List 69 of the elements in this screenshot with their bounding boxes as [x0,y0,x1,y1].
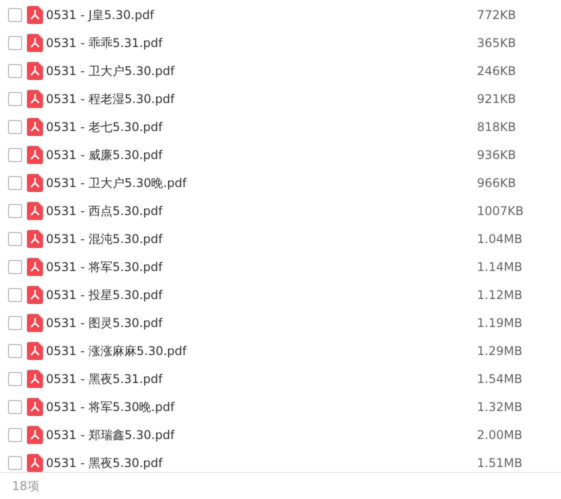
file-name[interactable]: 0531 - 投星5.30.pdf [46,286,477,304]
pdf-file-icon [27,258,43,276]
file-name[interactable]: 0531 - 混沌5.30.pdf [46,230,477,248]
file-size: 1.14MB [477,260,522,274]
pdf-file-icon [27,6,43,24]
item-count: 18项 [12,478,40,494]
file-name[interactable]: 0531 - 卫大户5.30.pdf [46,62,477,80]
pdf-file-icon [27,202,43,220]
pdf-file-icon [27,398,43,416]
file-size: 365KB [477,36,516,50]
checkbox[interactable] [8,36,22,50]
file-size: 1.19MB [477,316,522,330]
file-size: 1.51MB [477,456,522,470]
file-size: 936KB [477,148,516,162]
checkbox[interactable] [8,176,22,190]
pdf-file-icon [27,286,43,304]
pdf-file-icon [27,230,43,248]
file-size: 1007KB [477,204,524,218]
file-size: 1.29MB [477,344,522,358]
checkbox[interactable] [8,316,22,330]
checkbox[interactable] [8,344,22,358]
checkbox[interactable] [8,260,22,274]
file-size: 966KB [477,176,516,190]
checkbox[interactable] [8,64,22,78]
file-size: 818KB [477,120,516,134]
pdf-file-icon [27,174,43,192]
file-size: 1.04MB [477,232,522,246]
file-name[interactable]: 0531 - 黑夜5.30.pdf [46,454,477,472]
file-name[interactable]: 0531 - 将军5.30.pdf [46,258,477,276]
file-size: 246KB [477,64,516,78]
file-size: 921KB [477,92,516,106]
pdf-file-icon [27,34,43,52]
file-size: 1.54MB [477,372,522,386]
pdf-file-icon [27,146,43,164]
file-name[interactable]: 0531 - 威廉5.30.pdf [46,146,477,164]
file-size: 1.32MB [477,400,522,414]
checkbox[interactable] [8,400,22,414]
file-name[interactable]: 0531 - 程老湿5.30.pdf [46,90,477,108]
file-name[interactable]: 0531 - 郑瑞鑫5.30.pdf [46,426,477,444]
pdf-file-icon [27,370,43,388]
file-name[interactable]: 0531 - 将军5.30晚.pdf [46,398,477,416]
checkbox[interactable] [8,92,22,106]
file-size: 772KB [477,8,516,22]
pdf-file-icon [27,118,43,136]
file-name[interactable]: 0531 - J皇5.30.pdf [46,6,477,24]
file-name[interactable]: 0531 - 乖乖5.31.pdf [46,34,477,52]
checkbox[interactable] [8,428,22,442]
file-size: 2.00MB [477,428,522,442]
file-size: 1.12MB [477,288,522,302]
file-name[interactable]: 0531 - 老七5.30.pdf [46,118,477,136]
pdf-file-icon [27,314,43,332]
checkbox[interactable] [8,288,22,302]
checkbox[interactable] [8,120,22,134]
checkbox[interactable] [8,204,22,218]
pdf-file-icon [27,454,43,472]
pdf-file-icon [27,62,43,80]
file-name[interactable]: 0531 - 图灵5.30.pdf [46,314,477,332]
file-name[interactable]: 0531 - 西点5.30.pdf [46,202,477,220]
file-name[interactable]: 0531 - 黑夜5.31.pdf [46,370,477,388]
checkbox[interactable] [8,148,22,162]
checkbox[interactable] [8,8,22,22]
pdf-file-icon [27,90,43,108]
file-name[interactable]: 0531 - 卫大户5.30晚.pdf [46,174,477,192]
checkbox[interactable] [8,456,22,470]
checkbox[interactable] [8,232,22,246]
checkbox[interactable] [8,372,22,386]
pdf-file-icon [27,342,43,360]
pdf-file-icon [27,426,43,444]
file-name[interactable]: 0531 - 涨涨麻麻5.30.pdf [46,342,477,360]
